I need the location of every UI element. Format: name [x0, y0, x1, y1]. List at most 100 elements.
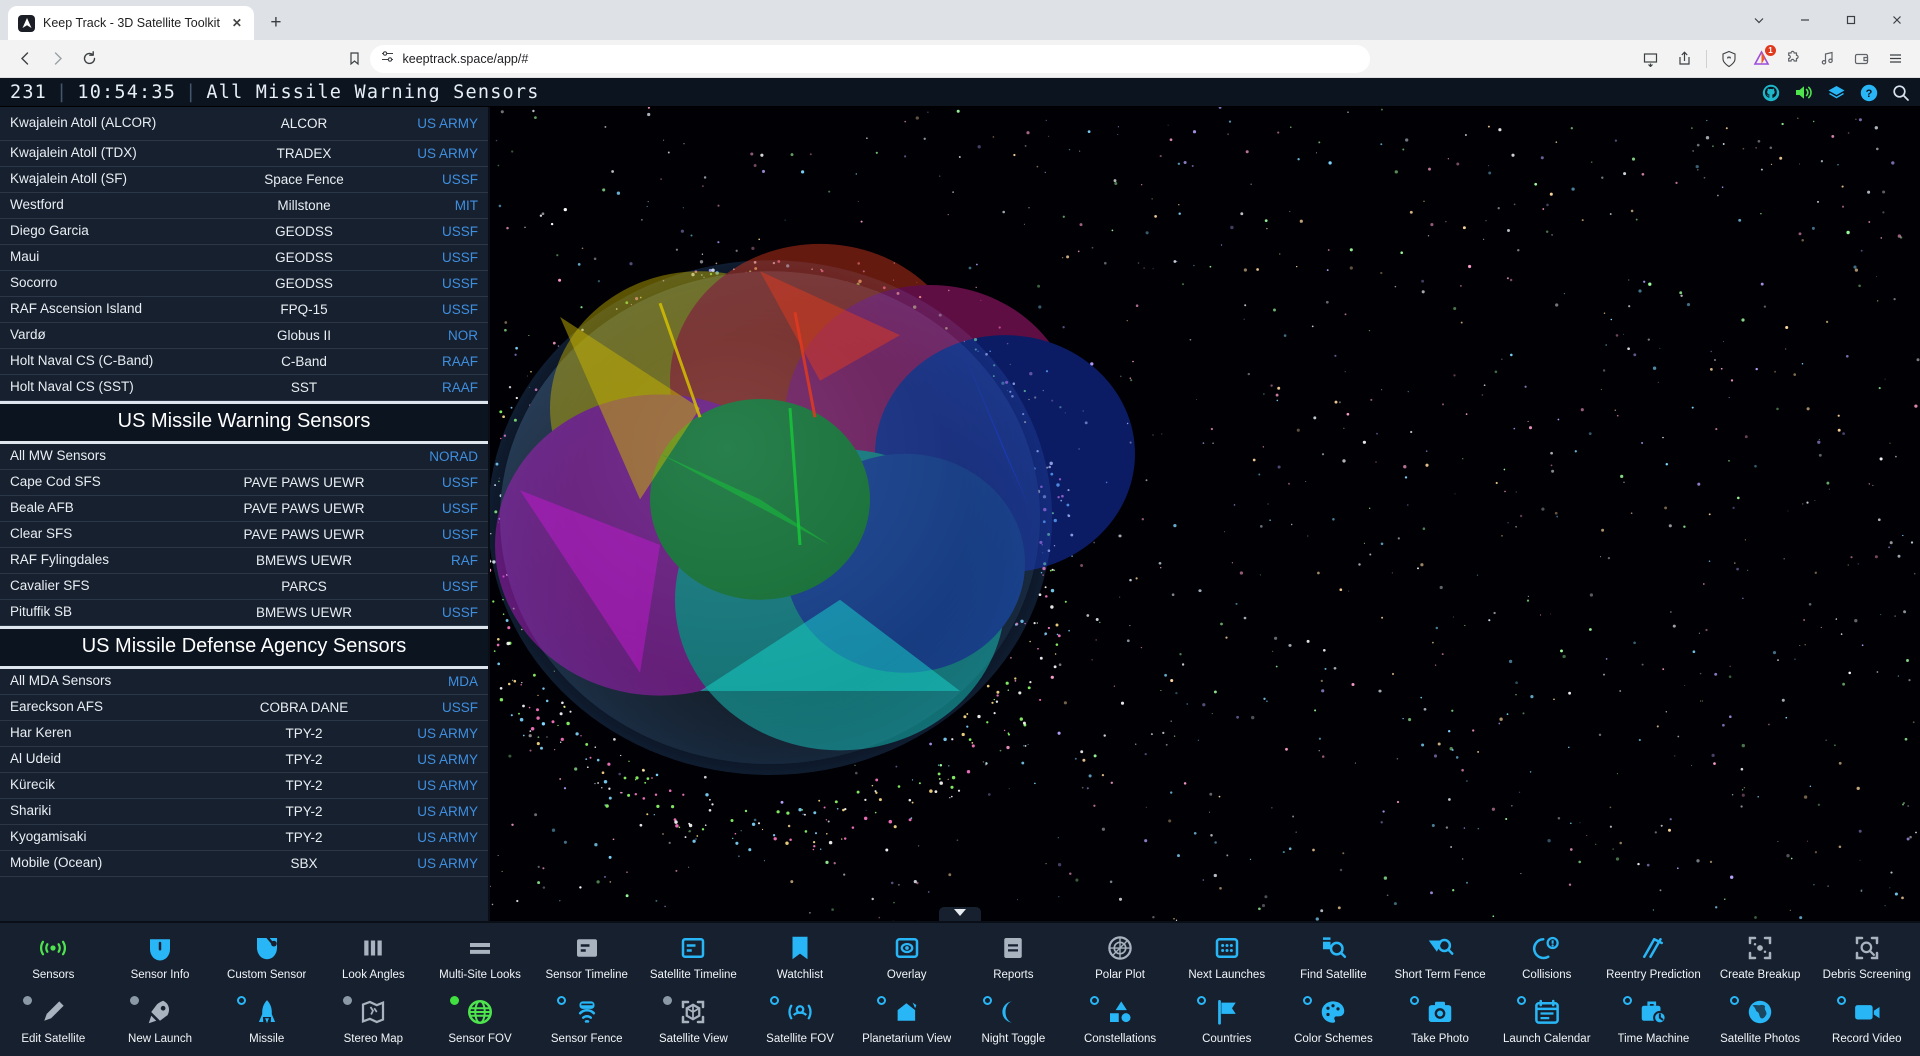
toolbar-button-polar-plot[interactable]: Polar Plot [1067, 927, 1174, 991]
sensor-row[interactable]: Pituffik SB BMEWS UEWR USSF [0, 600, 488, 626]
toolbar-button-reports[interactable]: Reports [960, 927, 1067, 991]
browser-tab[interactable]: Keep Track - 3D Satellite Toolkit ✕ [8, 6, 254, 40]
tab-search-chevron-icon[interactable] [1736, 0, 1782, 40]
toolbar-button-take-photo[interactable]: Take Photo [1387, 991, 1494, 1055]
toolbar-button-multi-site-looks[interactable]: Multi-Site Looks [427, 927, 534, 991]
toolbar-button-launch-calendar[interactable]: Launch Calendar [1493, 991, 1600, 1055]
reload-icon[interactable] [74, 44, 104, 74]
github-icon[interactable] [1762, 84, 1780, 102]
help-icon[interactable]: ? [1860, 84, 1878, 102]
toolbar-button-sensor-fence[interactable]: Sensor Fence [533, 991, 640, 1055]
back-icon[interactable] [10, 44, 40, 74]
sensor-info-icon [107, 932, 214, 964]
address-bar[interactable]: keeptrack.space/app/# [370, 45, 1370, 73]
sensor-row[interactable]: Shariki TPY-2 US ARMY [0, 799, 488, 825]
browser-menu-icon[interactable] [1880, 44, 1910, 74]
brave-rewards-icon[interactable]: 1 [1748, 46, 1774, 72]
search-icon[interactable] [1892, 84, 1910, 102]
toolbar-button-stereo-map[interactable]: Stereo Map [320, 991, 427, 1055]
toolbar-button-sensor-info[interactable]: Sensor Info [107, 927, 214, 991]
toolbar-button-short-term-fence[interactable]: Short Term Fence [1387, 927, 1494, 991]
create-breakup-icon [1707, 932, 1814, 964]
toolbar-button-record-video[interactable]: Record Video [1813, 991, 1920, 1055]
toolbar-button-missile[interactable]: Missile [213, 991, 320, 1055]
sensor-row[interactable]: Holt Naval CS (SST) SST RAAF [0, 375, 488, 401]
toolbar-button-sensor-timeline[interactable]: Sensor Timeline [533, 927, 640, 991]
toolbar-button-next-launches[interactable]: Next Launches [1173, 927, 1280, 991]
sensor-row[interactable]: Kürecik TPY-2 US ARMY [0, 773, 488, 799]
sensor-row[interactable]: Beale AFB PAVE PAWS UEWR USSF [0, 496, 488, 522]
toolbar-button-find-satellite[interactable]: Find Satellite [1280, 927, 1387, 991]
sensor-row[interactable]: RAF Ascension Island FPQ-15 USSF [0, 297, 488, 323]
new-tab-button[interactable]: + [262, 9, 290, 37]
toolbar-button-satellite-view[interactable]: Satellite View [640, 991, 747, 1055]
sensor-row[interactable]: Kwajalein Atoll (SF) Space Fence USSF [0, 167, 488, 193]
layers-icon[interactable] [1827, 84, 1846, 101]
toolbar-button-sensor-fov[interactable]: Sensor FOV [427, 991, 534, 1055]
toolbar-button-night-toggle[interactable]: Night Toggle [960, 991, 1067, 1055]
collapse-panel-button[interactable] [939, 907, 981, 921]
sensor-row[interactable]: Har Keren TPY-2 US ARMY [0, 721, 488, 747]
sensor-row[interactable]: Cavalier SFS PARCS USSF [0, 574, 488, 600]
sensor-row[interactable]: Diego Garcia GEODSS USSF [0, 219, 488, 245]
toolbar-button-debris-screening[interactable]: Debris Screening [1813, 927, 1920, 991]
sensor-name: Al Udeid [10, 752, 220, 766]
site-settings-icon[interactable] [380, 49, 395, 69]
toolbar-button-satellite-timeline[interactable]: Satellite Timeline [640, 927, 747, 991]
sensor-row[interactable]: Clear SFS PAVE PAWS UEWR USSF [0, 522, 488, 548]
toolbar-button-satellite-photos[interactable]: Satellite Photos [1707, 991, 1814, 1055]
save-page-icon[interactable] [1635, 44, 1665, 74]
sensor-row[interactable]: Kwajalein Atoll (ALCOR) ALCOR US ARMY [0, 107, 488, 141]
toolbar-button-satellite-fov[interactable]: Satellite FOV [747, 991, 854, 1055]
toolbar-button-time-machine[interactable]: Time Machine [1600, 991, 1707, 1055]
bookmark-icon[interactable] [340, 44, 370, 74]
sensor-row[interactable]: RAF Fylingdales BMEWS UEWR RAF [0, 548, 488, 574]
media-music-icon[interactable] [1812, 44, 1842, 74]
extensions-icon[interactable] [1778, 44, 1808, 74]
sensor-row[interactable]: All MDA Sensors MDA [0, 669, 488, 695]
toolbar-button-planetarium-view[interactable]: Planetarium View [853, 991, 960, 1055]
toolbar-button-custom-sensor[interactable]: Custom Sensor [213, 927, 320, 991]
svg-text:?: ? [1866, 88, 1873, 100]
toolbar-button-create-breakup[interactable]: Create Breakup [1707, 927, 1814, 991]
sensor-row[interactable]: Socorro GEODSS USSF [0, 271, 488, 297]
toolbar-button-constellations[interactable]: Constellations [1067, 991, 1174, 1055]
toolbar-button-watchlist[interactable]: Watchlist [747, 927, 854, 991]
sensor-row[interactable]: All MW Sensors NORAD [0, 444, 488, 470]
toolbar-button-look-angles[interactable]: Look Angles [320, 927, 427, 991]
sensor-name: Eareckson AFS [10, 700, 220, 714]
minimize-icon[interactable] [1782, 0, 1828, 40]
toolbar-button-collisions[interactable]: Collisions [1493, 927, 1600, 991]
sensor-row[interactable]: Al Udeid TPY-2 US ARMY [0, 747, 488, 773]
sound-icon[interactable] [1794, 84, 1813, 101]
short-term-fence-icon [1387, 932, 1494, 964]
sensor-row[interactable]: Maui GEODSS USSF [0, 245, 488, 271]
forward-icon[interactable] [42, 44, 72, 74]
sensor-row[interactable]: Cape Cod SFS PAVE PAWS UEWR USSF [0, 470, 488, 496]
toolbar-button-new-launch[interactable]: New Launch [107, 991, 214, 1055]
sensor-agency: USSF [388, 501, 478, 516]
sensor-row[interactable]: Westford Millstone MIT [0, 193, 488, 219]
toolbar-button-reentry-prediction[interactable]: Reentry Prediction [1600, 927, 1707, 991]
sensor-row[interactable]: Mobile (Ocean) SBX US ARMY [0, 851, 488, 877]
sensor-row[interactable]: Kyogamisaki TPY-2 US ARMY [0, 825, 488, 851]
toolbar-button-sensors[interactable]: Sensors [0, 927, 107, 991]
maximize-icon[interactable] [1828, 0, 1874, 40]
toolbar-button-color-schemes[interactable]: Color Schemes [1280, 991, 1387, 1055]
window-close-icon[interactable] [1874, 0, 1920, 40]
sensor-row[interactable]: Kwajalein Atoll (TDX) TRADEX US ARMY [0, 141, 488, 167]
sensor-row[interactable]: Vardø Globus II NOR [0, 323, 488, 349]
url-text: keeptrack.space/app/# [403, 52, 1360, 66]
share-icon[interactable] [1669, 44, 1699, 74]
sensor-row[interactable]: Eareckson AFS COBRA DANE USSF [0, 695, 488, 721]
sensor-list-sidebar[interactable]: Kwajalein Atoll (ALCOR) ALCOR US ARMY Kw… [0, 107, 490, 921]
satellite-fov-icon [747, 996, 854, 1028]
toolbar-button-label: Launch Calendar [1503, 1033, 1591, 1045]
brave-shields-icon[interactable] [1714, 44, 1744, 74]
sensor-row[interactable]: Holt Naval CS (C-Band) C-Band RAAF [0, 349, 488, 375]
toolbar-button-countries[interactable]: Countries [1173, 991, 1280, 1055]
close-icon[interactable]: ✕ [228, 14, 246, 32]
toolbar-button-overlay[interactable]: Overlay [853, 927, 960, 991]
toolbar-button-edit-satellite[interactable]: Edit Satellite [0, 991, 107, 1055]
wallet-icon[interactable] [1846, 44, 1876, 74]
